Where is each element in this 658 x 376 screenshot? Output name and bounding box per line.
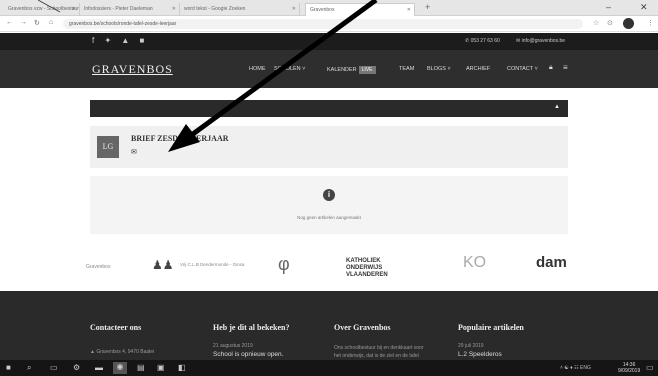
footer-heading-bekeken: Heb je dit al bekeken?	[213, 323, 290, 332]
nav-item-home[interactable]: HOME	[249, 66, 266, 72]
search-icon[interactable]: ⌕	[27, 363, 31, 373]
nav-item-scholen[interactable]: SCHOLEN ˅	[274, 66, 305, 72]
footer-heading-contact: Contacteer ons	[90, 323, 142, 332]
info-icon: i	[323, 189, 335, 201]
photos-icon[interactable]: ▣	[157, 363, 165, 372]
footer-about-text: het onderwijs, dat is de ziel en de tafe…	[334, 353, 419, 359]
partner-logo-katholiek-onderwijs[interactable]: KATHOLIEK ONDERWIJS VLAANDEREN	[346, 258, 418, 279]
footer-address: ▲ Gravenbos 4, 9470 Baalei	[90, 349, 155, 355]
site-logo[interactable]: GRAVENBOS	[92, 62, 173, 77]
close-tab-icon[interactable]: ✕	[172, 6, 176, 12]
close-tab-icon[interactable]: ✕	[72, 6, 76, 12]
app-icon[interactable]: ◧	[178, 363, 186, 372]
browser-menu-icon[interactable]: ⋮	[647, 19, 654, 27]
profile-avatar[interactable]	[623, 18, 634, 29]
close-window-icon[interactable]: ✕	[640, 2, 648, 13]
empty-state-panel: i Nog geen artikelen aangemaakt	[90, 176, 568, 234]
forward-icon[interactable]: →	[20, 19, 27, 26]
partner-logo-gravenbos[interactable]: Gravenbos	[86, 264, 110, 270]
partner-logo-clb[interactable]: Vrij C.L.B Dendermonde - Ginsa	[180, 262, 244, 267]
word-icon[interactable]: ▤	[137, 363, 145, 372]
close-tab-icon[interactable]: ✕	[292, 6, 296, 12]
nav-item-team[interactable]: TEAM	[399, 66, 414, 72]
clock-date: 9/09/2019	[618, 368, 641, 374]
browser-tab[interactable]: word tekst - Google Zoeken ✕	[180, 3, 300, 16]
task-view-icon[interactable]: ▭	[50, 363, 58, 372]
browser-tab[interactable]: Infodossiers - Pieter Daeleman ✕	[80, 3, 180, 16]
site-footer: Contacteer ons ▲ Gravenbos 4, 9470 Baale…	[0, 291, 658, 360]
lock-icon[interactable]: 🔒︎	[549, 64, 553, 72]
footer-article-link[interactable]: School is opnieuw open.	[213, 351, 283, 358]
url-input[interactable]: gravenbos.be/schools/ronde-tafel-zesde-l…	[63, 19, 583, 29]
brief-card: LG BRIEF ZESDE LEERJAAR ✉	[90, 126, 568, 168]
nav-item-label: KALENDER	[327, 67, 357, 73]
browser-taskbar-icon[interactable]: ◉	[113, 362, 127, 374]
brief-avatar: LG	[97, 136, 119, 158]
school-children-icon: ♟♟	[152, 258, 174, 272]
hamburger-menu-icon[interactable]: ≡	[563, 63, 568, 72]
tab-label: word tekst - Google Zoeken	[184, 6, 246, 12]
footer-popular-link[interactable]: L.2 Speelderos	[458, 351, 502, 358]
nav-item-kalender[interactable]: KALENDER LIVE	[327, 66, 376, 74]
start-icon[interactable]: ■	[6, 363, 11, 372]
footer-popular-date: 29 juli 2019	[458, 343, 484, 349]
system-tray[interactable]: ˄ ☯ ♦ ☷ ENG	[560, 365, 591, 371]
brief-title[interactable]: BRIEF ZESDE LEERJAAR	[131, 134, 229, 143]
reload-icon[interactable]: ↻	[34, 19, 40, 27]
minimize-icon[interactable]: –	[606, 2, 611, 12]
nav-item-blogs[interactable]: BLOGS ˅	[427, 66, 451, 72]
partner-logo-phi[interactable]: φ	[278, 254, 290, 275]
address-bar-row: ← → ↻ ⌂ gravenbos.be/schools/ronde-tafel…	[0, 16, 658, 32]
site-top-strip: f ✦ ▲ ■ ✆ 053 27 63 60 ✉ info@gravenbos.…	[0, 33, 658, 50]
browser-tab-bar: Gravenbos vzw - Schoolbestuur ✕ Infodossi…	[0, 0, 658, 16]
nav-live-badge: LIVE	[358, 66, 376, 74]
social-icons[interactable]: f ✦ ▲ ■	[92, 36, 148, 45]
browser-tab[interactable]: Gravenbos vzw - Schoolbestuur ✕	[4, 3, 80, 16]
settings-icon[interactable]: ⚙	[73, 363, 80, 372]
tab-label: Infodossiers - Pieter Daeleman	[84, 6, 153, 12]
back-icon[interactable]: ←	[6, 19, 13, 26]
tab-label: Gravenbos vzw - Schoolbestuur	[8, 6, 79, 12]
phone-number[interactable]: ✆ 053 27 63 60	[465, 38, 500, 44]
close-tab-icon[interactable]: ✕	[407, 7, 411, 13]
partner-logo-dam[interactable]: dam	[536, 254, 567, 271]
email-address[interactable]: ✉ info@gravenbos.be	[516, 38, 565, 44]
taskbar-clock[interactable]: 14:36 9/09/2019	[618, 362, 640, 374]
lock-icon: ⌂	[49, 19, 54, 26]
empty-state-text: Nog geen artikelen aangemaakt	[297, 215, 361, 220]
footer-article-date: 21 augustus 2019	[213, 343, 253, 349]
collapse-caret-icon[interactable]: ▲	[554, 104, 560, 110]
main-navigation: GRAVENBOS HOME SCHOLEN ˅ KALENDER LIVE TE…	[0, 50, 658, 88]
notifications-icon[interactable]: ▭	[646, 363, 654, 372]
nav-item-contact[interactable]: CONTACT ˅	[507, 66, 538, 72]
footer-heading-over: Over Gravenbos	[334, 323, 391, 332]
new-tab-icon[interactable]: +	[425, 2, 430, 12]
extension-icon[interactable]: ⊙	[607, 19, 613, 27]
nav-item-archief[interactable]: ARCHIEF	[466, 66, 490, 72]
envelope-icon[interactable]: ✉	[131, 148, 137, 156]
os-taskbar: ■ ⌕ ▭ ⚙ ▬ ◉ ▤ ▣ ◧ ˄ ☯ ♦ ☷ ENG 14:36 9/09…	[0, 360, 658, 376]
file-explorer-icon[interactable]: ▬	[95, 363, 103, 372]
browser-tab-active[interactable]: Gravenbos ✕	[305, 3, 415, 16]
footer-heading-populair: Populaire artikelen	[458, 323, 524, 332]
footer-about-text: Ons schoolbestuur bij en denkkaart voor	[334, 345, 424, 351]
tab-label: Gravenbos	[310, 7, 335, 13]
section-header-bar[interactable]: ▲	[90, 100, 568, 117]
partner-logo-ko[interactable]: KO	[463, 254, 486, 272]
bookmark-star-icon[interactable]: ☆	[593, 19, 599, 27]
